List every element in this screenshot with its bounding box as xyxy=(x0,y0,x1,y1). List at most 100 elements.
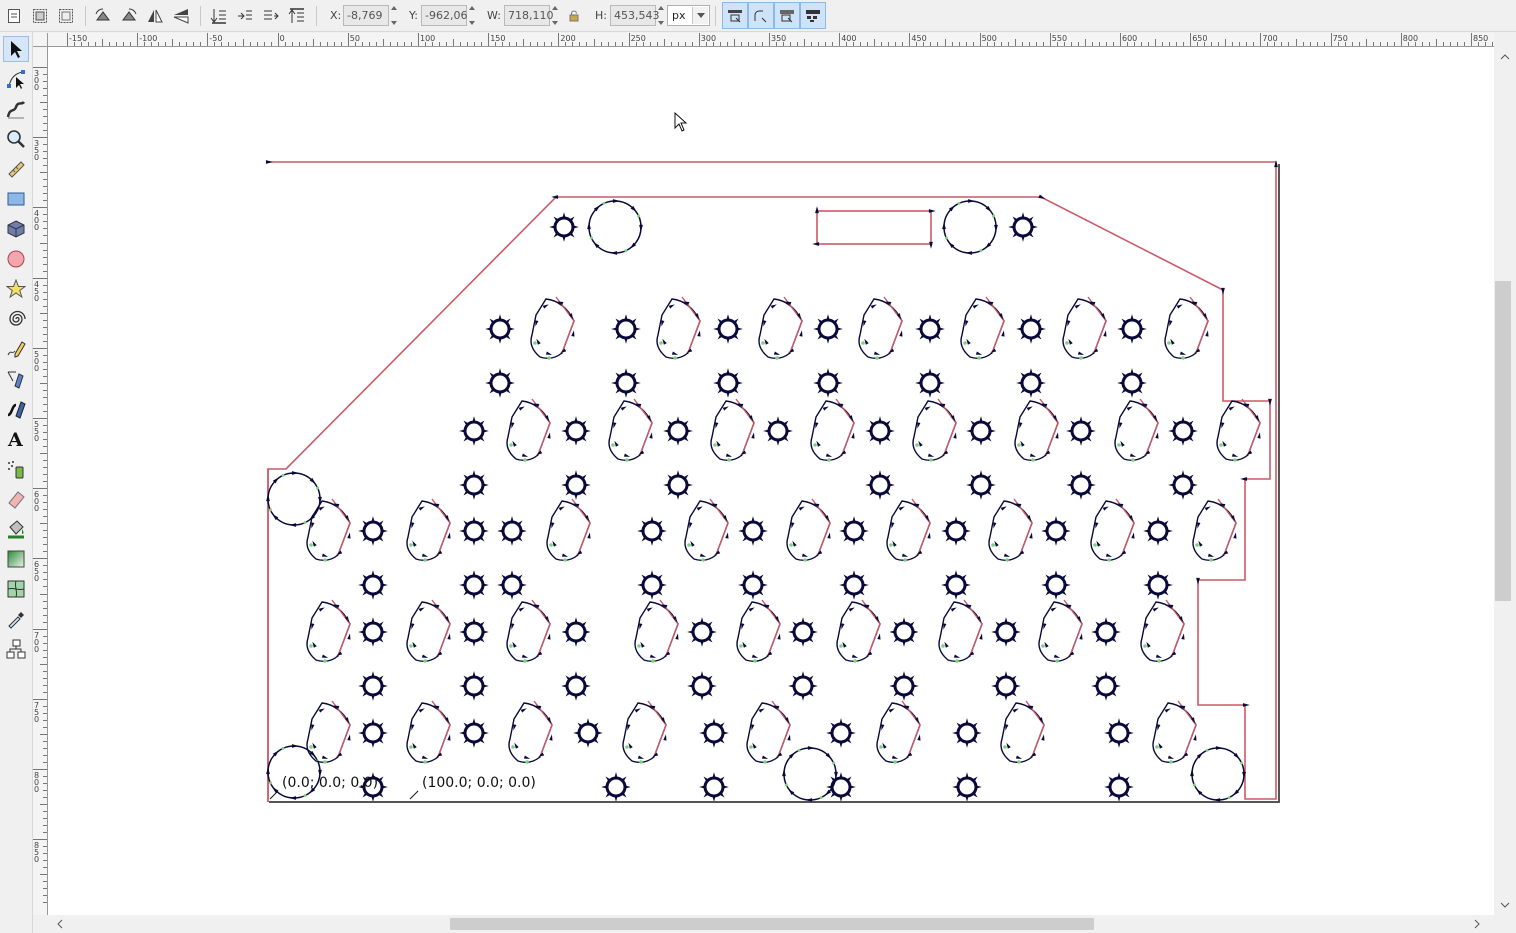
ruler-tick xyxy=(628,33,630,46)
ruler-tick xyxy=(832,42,834,46)
spray-tool[interactable] xyxy=(3,456,29,482)
star-tool[interactable] xyxy=(3,276,29,302)
handle-dot xyxy=(701,558,705,562)
transform-patterns-toggle[interactable] xyxy=(800,2,826,29)
lock-icon[interactable] xyxy=(564,5,584,27)
w-spinner[interactable] xyxy=(550,5,560,26)
lower-icon[interactable] xyxy=(234,5,256,27)
vertical-ruler[interactable]: 300 350 400 450 500 550 600 650 700 750 800 850 xyxy=(33,47,48,915)
raise-to-top-icon[interactable] xyxy=(286,5,308,27)
scroll-up-icon[interactable] xyxy=(1500,54,1510,60)
ruler-tick xyxy=(1351,42,1353,46)
pencil-tool[interactable] xyxy=(3,336,29,362)
handle-dot xyxy=(268,781,272,785)
select-all-layers-icon[interactable] xyxy=(29,5,51,27)
ruler-tick xyxy=(754,42,756,46)
measure-tool[interactable] xyxy=(3,156,29,182)
ruler-tick xyxy=(43,144,47,146)
ruler-tick xyxy=(123,42,125,46)
ruler-tick xyxy=(740,42,742,46)
ruler-tick xyxy=(43,635,47,637)
drawing-svg[interactable]: (0.0; 0.0; 0.0) (100.0; 0.0; 0.0) xyxy=(48,47,1494,915)
ruler-tick xyxy=(1218,42,1220,46)
dropper-tool[interactable] xyxy=(3,606,29,632)
ruler-tick xyxy=(43,474,47,476)
scale-stroke-toggle[interactable] xyxy=(722,2,748,29)
scroll-down-icon[interactable] xyxy=(1500,902,1510,908)
rotate-cw-icon[interactable] xyxy=(118,5,140,27)
ellipse-tool[interactable] xyxy=(3,246,29,272)
selector-tool[interactable] xyxy=(3,36,29,62)
rectangle-tool[interactable] xyxy=(3,186,29,212)
handle-dot xyxy=(797,748,801,752)
h-spinner[interactable] xyxy=(656,5,666,26)
ruler-tick xyxy=(43,656,47,658)
ruler-tick xyxy=(298,42,300,46)
handle-dot xyxy=(316,486,320,490)
ruler-tick xyxy=(326,42,328,46)
rotate-ccw-icon[interactable] xyxy=(92,5,114,27)
transform-gradients-toggle[interactable] xyxy=(774,2,800,29)
handle-dot xyxy=(832,761,836,765)
node-tool[interactable] xyxy=(3,66,29,92)
ruler-tick xyxy=(1169,42,1171,46)
vertical-scrollbar[interactable] xyxy=(1494,47,1516,915)
eraser-tool[interactable] xyxy=(3,486,29,512)
horizontal-scroll-thumb[interactable] xyxy=(450,918,1094,930)
height-field[interactable]: 453,543 xyxy=(610,5,660,26)
handle-dot xyxy=(979,249,983,253)
handle-dot xyxy=(1041,644,1045,648)
unit-select[interactable]: px xyxy=(667,5,710,26)
y-field[interactable]: -962,06 xyxy=(421,5,467,26)
calligraphy-tool[interactable] xyxy=(3,396,29,422)
scroll-left-icon[interactable] xyxy=(57,919,63,929)
ruler-tick xyxy=(43,544,47,546)
select-all-icon[interactable] xyxy=(3,5,25,27)
ruler-tick xyxy=(193,42,195,46)
ruler-tick xyxy=(410,42,412,46)
ruler-tick xyxy=(33,137,47,139)
ruler-tick xyxy=(43,600,47,602)
pen-tool[interactable] xyxy=(3,366,29,392)
3d-box-tool[interactable] xyxy=(3,216,29,242)
drawing-canvas[interactable]: (0.0; 0.0; 0.0) (100.0; 0.0; 0.0) xyxy=(48,47,1494,915)
width-field[interactable]: 718,110 xyxy=(504,5,554,26)
vertical-scroll-thumb[interactable] xyxy=(1495,281,1511,601)
handle-dot xyxy=(763,760,767,764)
ruler-tick xyxy=(43,340,47,342)
ruler-tick xyxy=(1421,42,1423,46)
ruler-tick xyxy=(43,747,47,749)
ruler-tick xyxy=(986,42,988,46)
spiral-tool[interactable] xyxy=(3,306,29,332)
zoom-tool[interactable] xyxy=(3,126,29,152)
lower-to-bottom-icon[interactable] xyxy=(208,5,230,27)
raise-icon[interactable] xyxy=(260,5,282,27)
handle-dot xyxy=(523,458,527,462)
scroll-right-icon[interactable] xyxy=(1474,919,1480,929)
ruler-tick xyxy=(43,158,47,160)
paint-bucket-tool[interactable] xyxy=(3,516,29,542)
x-field[interactable]: -8,769 xyxy=(343,5,389,26)
ruler-tick xyxy=(375,42,377,46)
ruler-tick xyxy=(43,165,47,167)
horizontal-scrollbar[interactable] xyxy=(48,915,1516,933)
x-spinner[interactable] xyxy=(389,5,399,26)
handle-dot xyxy=(323,760,327,764)
horizontal-ruler[interactable]: -150 -100 -50 0 50 100 150 200 250 300 350 400 450 50… xyxy=(48,33,1494,47)
ruler-tick xyxy=(544,42,546,46)
3d-box-icon xyxy=(7,220,25,238)
gradient-tool[interactable] xyxy=(3,546,29,572)
y-spinner[interactable] xyxy=(467,5,477,26)
ruler-tick xyxy=(467,42,469,46)
deselect-icon[interactable] xyxy=(55,5,77,27)
mesh-tool[interactable] xyxy=(3,576,29,602)
connector-tool[interactable] xyxy=(3,636,29,662)
handle-dot xyxy=(1219,443,1223,447)
flip-vertical-icon[interactable] xyxy=(170,5,192,27)
scale-corners-toggle[interactable] xyxy=(748,2,774,29)
text-tool[interactable]: A xyxy=(3,426,29,452)
handle-dot xyxy=(323,558,327,562)
ruler-tick xyxy=(614,42,616,46)
tweak-tool[interactable] xyxy=(3,96,29,122)
flip-horizontal-icon[interactable] xyxy=(144,5,166,27)
